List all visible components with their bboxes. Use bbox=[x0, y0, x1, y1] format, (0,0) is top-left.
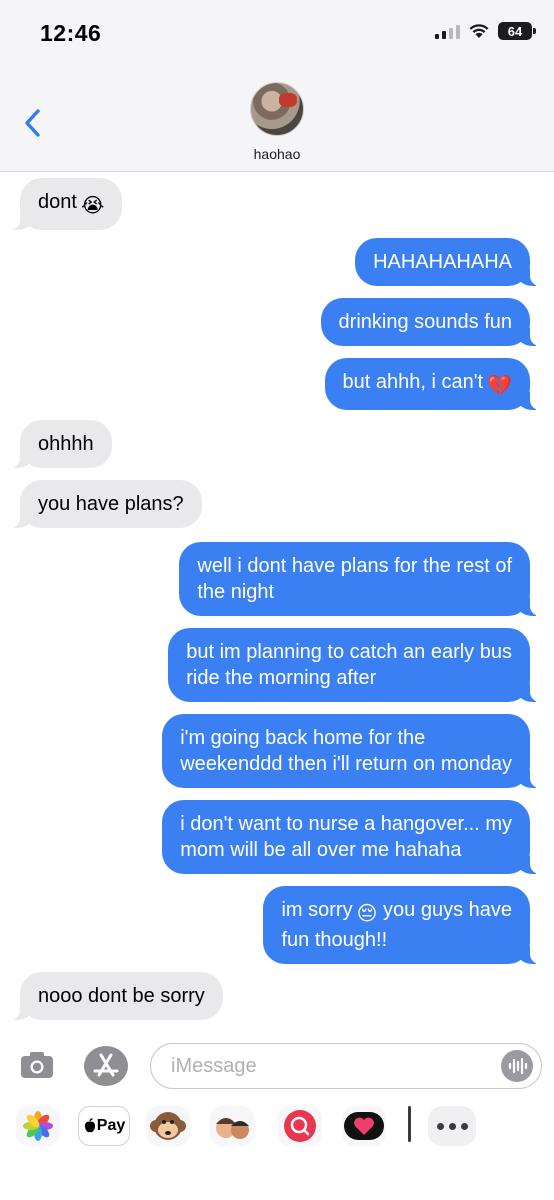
photos-app-button[interactable] bbox=[16, 1106, 60, 1146]
message-bubble-outgoing[interactable]: i don't want to nurse a hangover... my m… bbox=[162, 800, 540, 874]
contact-name[interactable]: haohao bbox=[0, 146, 554, 162]
message-bubble-incoming[interactable]: dont 😭 bbox=[9, 178, 123, 230]
status-indicators: 64 bbox=[435, 22, 536, 40]
message-bubble-outgoing[interactable]: HAHAHAHAHA bbox=[355, 238, 540, 286]
animoji-app-button[interactable] bbox=[146, 1106, 190, 1146]
message-text: HAHAHAHAHA bbox=[373, 251, 512, 273]
app-store-icon bbox=[93, 1053, 119, 1077]
message-bubble-outgoing[interactable]: but im planning to catch an early bus ri… bbox=[168, 628, 540, 702]
photos-icon bbox=[23, 1111, 53, 1141]
message-text: nooo dont be sorry bbox=[38, 985, 205, 1007]
image-search-app-button[interactable] bbox=[278, 1106, 322, 1146]
more-icon bbox=[436, 1122, 444, 1130]
digital-touch-app-button[interactable] bbox=[342, 1106, 386, 1146]
message-input[interactable]: iMessage bbox=[150, 1043, 542, 1089]
monkey-emoji-icon bbox=[150, 1112, 186, 1140]
message-text: weekenddd then i'll return on monday bbox=[180, 753, 512, 775]
crying-emoji-icon: 😭 bbox=[80, 195, 105, 217]
message-text: i'm going back home for the bbox=[180, 727, 426, 749]
message-bubble-incoming[interactable]: you have plans? bbox=[10, 480, 202, 528]
audio-message-button[interactable] bbox=[501, 1050, 533, 1082]
message-text: the night bbox=[197, 581, 275, 603]
message-bubble-outgoing[interactable]: but ahhh, i can't 💔 bbox=[324, 358, 540, 410]
message-text: dont bbox=[38, 191, 77, 213]
message-text: fun though!! bbox=[281, 929, 388, 951]
memoji-app-button[interactable] bbox=[210, 1106, 254, 1146]
apple-pay-label: Pay bbox=[96, 1117, 126, 1134]
app-drawer: Pay bbox=[0, 1098, 554, 1154]
camera-icon[interactable] bbox=[18, 1046, 56, 1084]
message-bubble-incoming[interactable]: ohhhh bbox=[10, 420, 112, 468]
more-apps-button[interactable] bbox=[428, 1106, 476, 1146]
status-time: 12:46 bbox=[40, 20, 102, 46]
battery-level: 64 bbox=[507, 23, 523, 39]
app-store-button[interactable] bbox=[84, 1046, 128, 1086]
message-text: ride the morning after bbox=[186, 667, 377, 689]
message-text: drinking sounds fun bbox=[338, 311, 512, 333]
message-text: you guys have bbox=[383, 899, 512, 921]
contact-avatar[interactable] bbox=[250, 82, 304, 136]
message-input-placeholder: iMessage bbox=[171, 1055, 257, 1077]
message-text: im sorry bbox=[281, 899, 353, 921]
memoji-icon bbox=[216, 1118, 249, 1139]
apple-pay-icon bbox=[84, 1118, 95, 1133]
message-thread: dont 😭 HAHAHAHAHA drinking sounds fun but… bbox=[0, 172, 554, 1034]
message-text: ohhhh bbox=[38, 433, 94, 455]
message-bubble-outgoing[interactable]: well i dont have plans for the rest of t… bbox=[179, 542, 540, 616]
digital-touch-heart-icon bbox=[344, 1112, 384, 1140]
message-text: mom will be all over me hahaha bbox=[180, 839, 462, 861]
message-bubble-outgoing[interactable]: drinking sounds fun bbox=[320, 298, 541, 346]
message-bubble-outgoing[interactable]: im sorry 😔 you guys have fun though!! bbox=[263, 886, 540, 964]
pensive-emoji-icon: 😔 bbox=[356, 903, 378, 925]
message-bubble-outgoing[interactable]: i'm going back home for the weekenddd th… bbox=[162, 714, 540, 788]
message-text: i don't want to nurse a hangover... my bbox=[180, 813, 512, 835]
apple-pay-button[interactable]: Pay bbox=[78, 1106, 130, 1146]
wifi-icon bbox=[469, 24, 489, 38]
app-drawer-divider bbox=[408, 1106, 411, 1142]
image-search-icon bbox=[284, 1110, 316, 1142]
conversation-header: 12:46 64 haohao bbox=[0, 0, 554, 172]
cellular-signal-icon bbox=[435, 23, 460, 39]
message-bubble-incoming[interactable]: nooo dont be sorry bbox=[10, 972, 223, 1020]
message-text: well i dont have plans for the rest of bbox=[197, 555, 512, 577]
battery-icon: 64 bbox=[498, 22, 536, 40]
message-text: but im planning to catch an early bus bbox=[186, 641, 512, 663]
broken-heart-emoji-icon: 💔 bbox=[487, 375, 512, 397]
waveform-icon bbox=[508, 1057, 528, 1075]
message-text: but ahhh, i can't bbox=[342, 371, 484, 393]
back-chevron-icon[interactable] bbox=[20, 105, 46, 141]
message-text: you have plans? bbox=[38, 493, 184, 515]
